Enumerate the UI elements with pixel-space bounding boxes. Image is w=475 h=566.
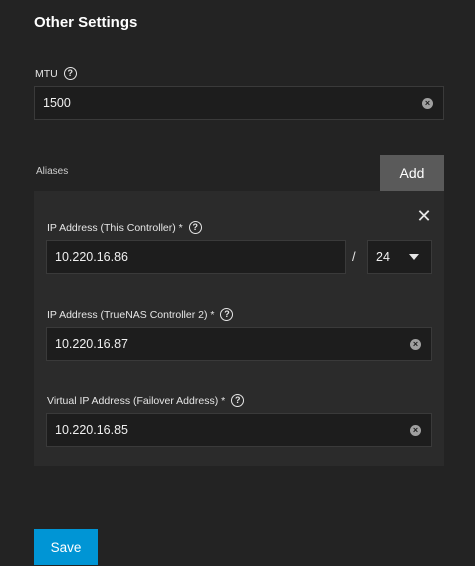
controller2-ip-label: IP Address (TrueNAS Controller 2) * [47,308,215,321]
mtu-clear-icon[interactable]: × [422,97,433,109]
aliases-label: Aliases [36,166,69,177]
virtual-ip-help-icon[interactable]: ? [231,394,245,407]
virtual-ip-clear-icon[interactable]: × [410,424,421,436]
controller-ip-label: IP Address (This Controller) * [47,221,183,234]
virtual-ip-input[interactable]: 10.220.16.85 × [46,413,432,447]
close-alias-icon[interactable]: ✕ [416,207,432,225]
mtu-help-icon[interactable]: ? [63,67,77,80]
netmask-value: 24 [376,250,390,264]
mtu-input-value: 1500 [43,96,71,110]
netmask-select[interactable]: 24 [367,240,432,274]
controller2-ip-help-icon[interactable]: ? [220,308,234,321]
mtu-label: MTU [35,67,58,80]
controller2-ip-input[interactable]: 10.220.16.87 × [46,327,432,361]
mtu-input[interactable]: 1500 × [34,86,444,120]
other-settings-form: Other Settings MTU ? 1500 × Aliases Add … [0,0,475,566]
controller-ip-input[interactable]: 10.220.16.86 [46,240,346,274]
netmask-separator: / [352,249,356,264]
controller-ip-help-icon[interactable]: ? [188,221,202,234]
controller2-ip-label-row: IP Address (TrueNAS Controller 2) * ? [47,308,234,321]
section-title: Other Settings [34,14,138,31]
virtual-ip-value: 10.220.16.85 [55,423,128,437]
controller-ip-value: 10.220.16.86 [55,250,128,264]
save-button[interactable]: Save [34,529,98,565]
controller2-clear-icon[interactable]: × [410,338,421,350]
add-alias-button[interactable]: Add [380,155,444,191]
mtu-label-row: MTU ? [35,67,77,80]
chevron-down-icon [409,254,419,260]
virtual-ip-label: Virtual IP Address (Failover Address) * [47,394,226,407]
virtual-ip-label-row: Virtual IP Address (Failover Address) * … [47,394,245,407]
controller-ip-label-row: IP Address (This Controller) * ? [47,221,202,234]
controller2-ip-value: 10.220.16.87 [55,337,128,351]
